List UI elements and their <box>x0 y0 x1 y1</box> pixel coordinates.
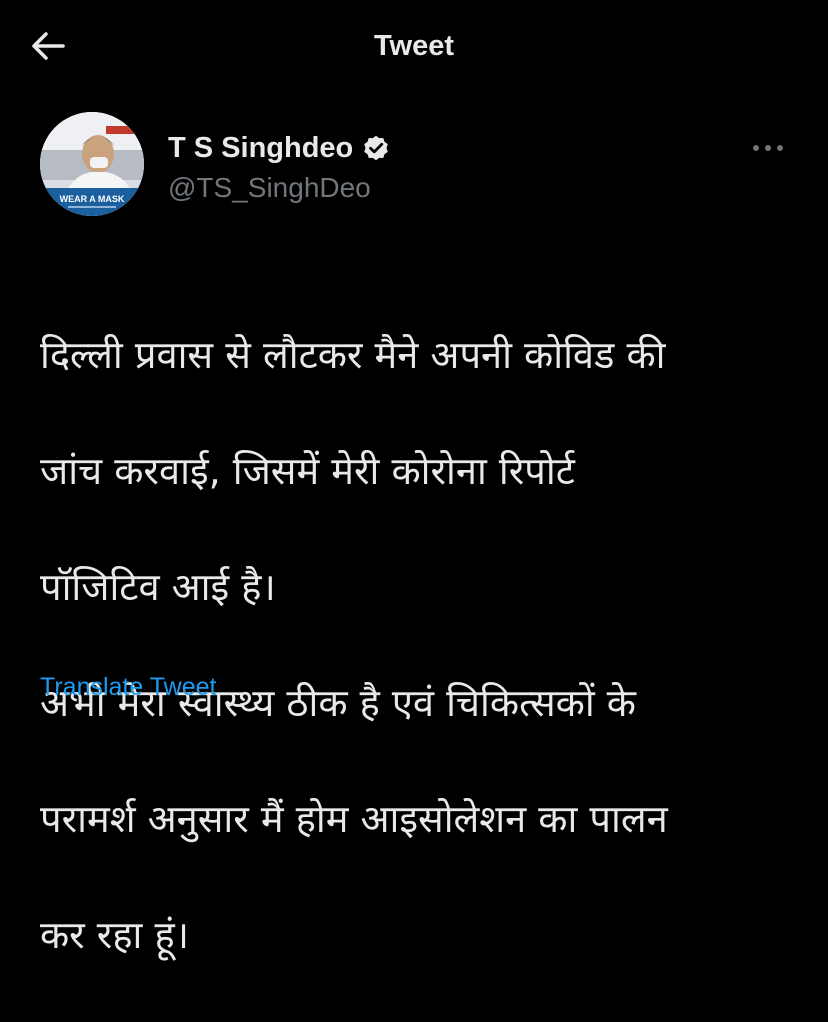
tweet-line: परामर्श अनुसार मैं होम आइसोलेशन का पालन <box>40 797 668 841</box>
avatar-image: WEAR A MASK <box>40 112 144 216</box>
tweet-line: पॉजिटिव आई है। <box>40 565 276 609</box>
tweet-line: दिल्ली प्रवास से लौटकर मैने अपनी कोविड क… <box>40 333 666 377</box>
author-name[interactable]: T S Singhdeo <box>168 130 353 166</box>
author-handle[interactable]: @TS_SinghDeo <box>168 170 371 206</box>
avatar[interactable]: WEAR A MASK <box>40 112 144 216</box>
translate-tweet-link[interactable]: Translate Tweet <box>40 670 216 704</box>
more-horizontal-icon <box>753 145 783 151</box>
verified-badge-icon <box>361 133 391 163</box>
tweet-text: दिल्ली प्रवास से लौटकर मैने अपनी कोविड क… <box>40 268 800 1022</box>
avatar-badge-text: WEAR A MASK <box>60 194 125 204</box>
top-bar: Tweet <box>0 0 828 92</box>
tweet-line: जांच करवाई, जिसमें मेरी कोरोना रिपोर्ट <box>40 449 575 493</box>
page-title: Tweet <box>373 30 455 62</box>
arrow-left-icon <box>32 32 65 60</box>
author-name-line: T S Singhdeo <box>168 130 391 166</box>
tweet-line: कर रहा हूं। <box>40 913 190 957</box>
more-options-button[interactable] <box>746 132 790 164</box>
tweet-author: WEAR A MASK T S Singhdeo @TS_SinghDeo <box>40 112 800 220</box>
back-button[interactable] <box>28 26 68 66</box>
